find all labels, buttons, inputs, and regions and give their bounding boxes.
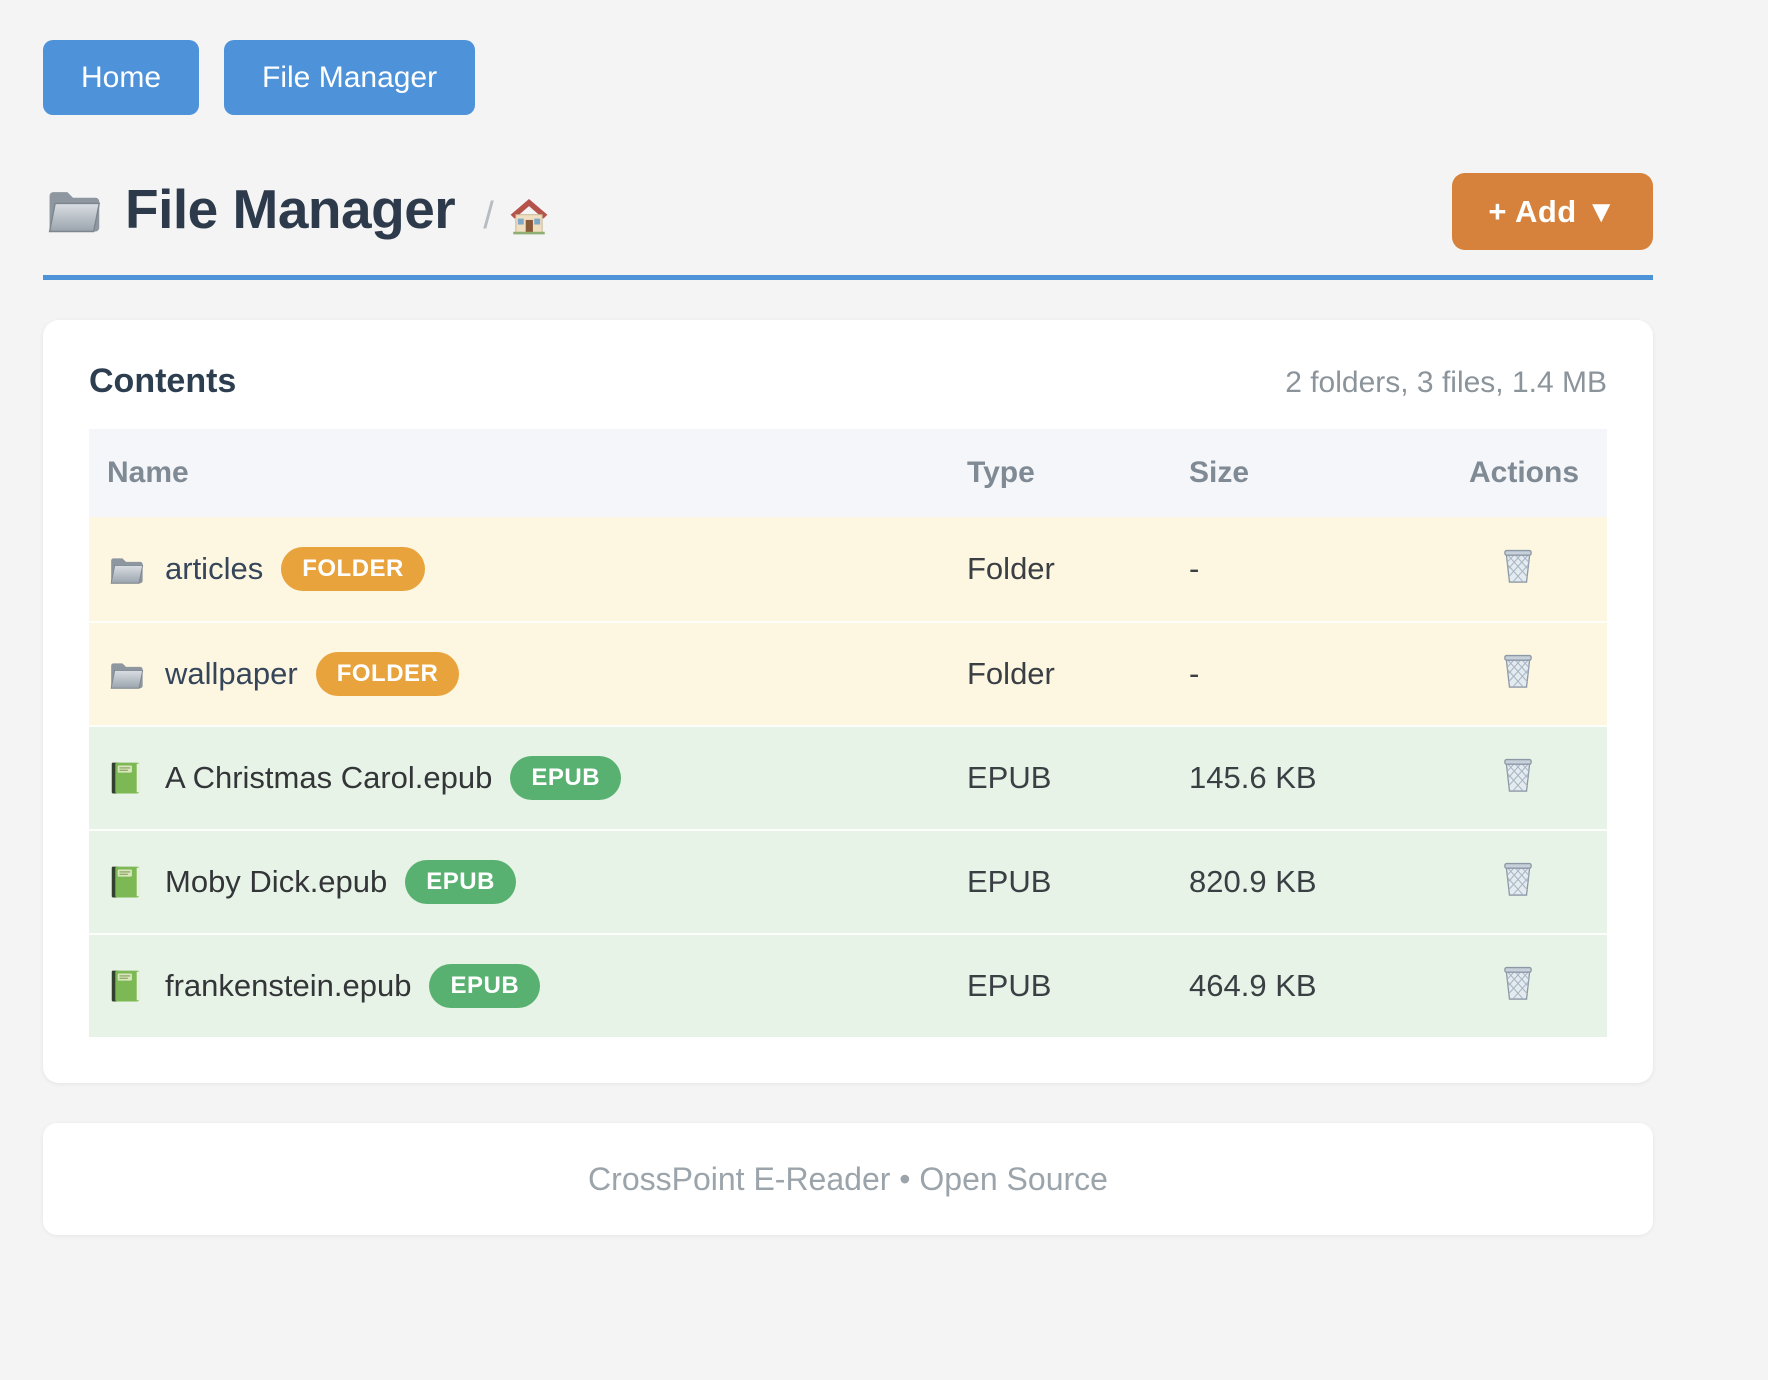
trash-icon bbox=[1497, 544, 1539, 586]
home-icon[interactable] bbox=[508, 195, 550, 237]
size-cell: 145.6 KB bbox=[1177, 760, 1457, 796]
file-table: Name Type Size Actions articles FOLDER F… bbox=[89, 429, 1607, 1037]
book-icon bbox=[107, 967, 145, 1005]
name-cell: articles FOLDER bbox=[89, 547, 955, 591]
size-cell: 820.9 KB bbox=[1177, 864, 1457, 900]
type-badge: FOLDER bbox=[281, 547, 425, 591]
name-cell: A Christmas Carol.epub EPUB bbox=[89, 756, 955, 800]
actions-cell bbox=[1457, 649, 1607, 699]
contents-card-header: Contents 2 folders, 3 files, 1.4 MB bbox=[89, 362, 1607, 401]
trash-icon bbox=[1497, 649, 1539, 691]
actions-cell bbox=[1457, 961, 1607, 1011]
folder-icon bbox=[107, 550, 145, 588]
contents-summary: 2 folders, 3 files, 1.4 MB bbox=[1285, 366, 1607, 400]
type-cell: Folder bbox=[955, 656, 1177, 692]
trash-icon bbox=[1497, 753, 1539, 795]
top-nav: Home File Manager bbox=[43, 0, 1653, 115]
trash-icon bbox=[1497, 961, 1539, 1003]
name-cell: frankenstein.epub EPUB bbox=[89, 964, 955, 1008]
delete-button[interactable] bbox=[1497, 857, 1539, 899]
type-cell: EPUB bbox=[955, 968, 1177, 1004]
home-button[interactable]: Home bbox=[43, 40, 199, 115]
table-row[interactable]: A Christmas Carol.epub EPUB EPUB 145.6 K… bbox=[89, 725, 1607, 829]
name-cell: wallpaper FOLDER bbox=[89, 652, 955, 696]
size-cell: - bbox=[1177, 551, 1457, 587]
table-row[interactable]: wallpaper FOLDER Folder - bbox=[89, 621, 1607, 725]
column-header-name: Name bbox=[89, 456, 955, 490]
add-button[interactable]: + Add ▼ bbox=[1452, 173, 1653, 250]
file-manager-button[interactable]: File Manager bbox=[224, 40, 475, 115]
delete-button[interactable] bbox=[1497, 649, 1539, 691]
table-row[interactable]: frankenstein.epub EPUB EPUB 464.9 KB bbox=[89, 933, 1607, 1037]
contents-card: Contents 2 folders, 3 files, 1.4 MB Name… bbox=[43, 320, 1653, 1083]
delete-button[interactable] bbox=[1497, 544, 1539, 586]
breadcrumb: / bbox=[483, 195, 550, 238]
size-cell: - bbox=[1177, 656, 1457, 692]
page-container: Home File Manager File Manager / + Add ▼… bbox=[43, 0, 1653, 1235]
delete-button[interactable] bbox=[1497, 753, 1539, 795]
file-name: Moby Dick.epub bbox=[165, 864, 387, 900]
folder-icon bbox=[107, 655, 145, 693]
file-name: wallpaper bbox=[165, 656, 298, 692]
actions-cell bbox=[1457, 753, 1607, 803]
column-header-type: Type bbox=[955, 456, 1177, 490]
table-row[interactable]: Moby Dick.epub EPUB EPUB 820.9 KB bbox=[89, 829, 1607, 933]
actions-cell bbox=[1457, 857, 1607, 907]
breadcrumb-separator: / bbox=[483, 195, 494, 238]
folder-icon bbox=[43, 179, 103, 239]
type-badge: EPUB bbox=[405, 860, 516, 904]
page-header: File Manager / + Add ▼ bbox=[43, 177, 1653, 241]
footer-text: CrossPoint E-Reader • Open Source bbox=[588, 1161, 1108, 1198]
type-badge: EPUB bbox=[510, 756, 621, 800]
size-cell: 464.9 KB bbox=[1177, 968, 1457, 1004]
trash-icon bbox=[1497, 857, 1539, 899]
table-header-row: Name Type Size Actions bbox=[89, 429, 1607, 517]
file-name: articles bbox=[165, 551, 263, 587]
book-icon bbox=[107, 863, 145, 901]
delete-button[interactable] bbox=[1497, 961, 1539, 1003]
contents-heading: Contents bbox=[89, 362, 236, 401]
name-cell: Moby Dick.epub EPUB bbox=[89, 860, 955, 904]
footer: CrossPoint E-Reader • Open Source bbox=[43, 1123, 1653, 1235]
column-header-actions: Actions bbox=[1457, 456, 1607, 490]
type-badge: FOLDER bbox=[316, 652, 460, 696]
type-badge: EPUB bbox=[429, 964, 540, 1008]
file-name: A Christmas Carol.epub bbox=[165, 760, 492, 796]
type-cell: EPUB bbox=[955, 760, 1177, 796]
header-divider bbox=[43, 275, 1653, 280]
actions-cell bbox=[1457, 544, 1607, 594]
page-title: File Manager bbox=[125, 177, 455, 241]
table-row[interactable]: articles FOLDER Folder - bbox=[89, 517, 1607, 621]
type-cell: Folder bbox=[955, 551, 1177, 587]
type-cell: EPUB bbox=[955, 864, 1177, 900]
file-name: frankenstein.epub bbox=[165, 968, 411, 1004]
column-header-size: Size bbox=[1177, 456, 1457, 490]
table-body: articles FOLDER Folder - wallpaper FOLDE… bbox=[89, 517, 1607, 1037]
book-icon bbox=[107, 759, 145, 797]
